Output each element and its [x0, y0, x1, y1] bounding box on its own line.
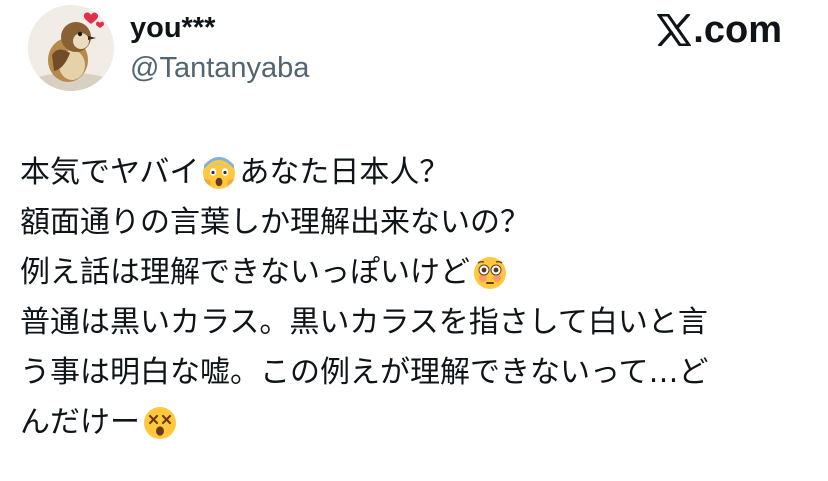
- tweet-line-text: 額面通りの言葉しか理解出来ないの？: [20, 205, 530, 240]
- tweet-line-text-after: あなた日本人？: [239, 155, 450, 190]
- tweet-line-text: んだけー: [20, 405, 140, 440]
- face-screaming-in-fear-icon: [203, 157, 236, 189]
- tweet-line: う事は明白な嘘。この例えが理解できないって…ど: [20, 348, 810, 398]
- brand-watermark: .com: [657, 8, 782, 52]
- tweet-line: んだけー: [20, 398, 810, 448]
- author-avatar[interactable]: [28, 5, 114, 91]
- tweet-line-text: 本気でヤバイ: [20, 155, 200, 190]
- brand-domain-label: .com: [693, 9, 782, 51]
- tweet-line: 普通は黒いカラス。黒いカラスを指さして白いと言: [20, 298, 810, 348]
- sparrow-avatar-icon: [28, 5, 114, 91]
- flushed-face-icon: [474, 257, 506, 289]
- tweet-text: 本気でヤバイ あなた日本人？ 額面通りの言葉しか理解出来ないの？ 例え話は理解で…: [20, 148, 810, 448]
- x-logo-icon: [657, 14, 692, 46]
- tweet-line: 本気でヤバイ あなた日本人？: [20, 148, 810, 198]
- dizzy-face-icon: [144, 407, 176, 439]
- tweet-line-text: う事は明白な嘘。この例えが理解できないって…ど: [20, 355, 709, 390]
- author-handle[interactable]: @Tantanyaba: [130, 50, 309, 86]
- tweet-line-text: 普通は黒いカラス。黒いカラスを指さして白いと言: [20, 305, 708, 340]
- author-display-name[interactable]: you***: [130, 10, 215, 46]
- tweet-line: 例え話は理解できないっぽいけど: [20, 248, 810, 298]
- tweet-line: 額面通りの言葉しか理解出来ないの？: [20, 198, 810, 248]
- tweet-line-text: 例え話は理解できないっぽいけど: [20, 255, 470, 290]
